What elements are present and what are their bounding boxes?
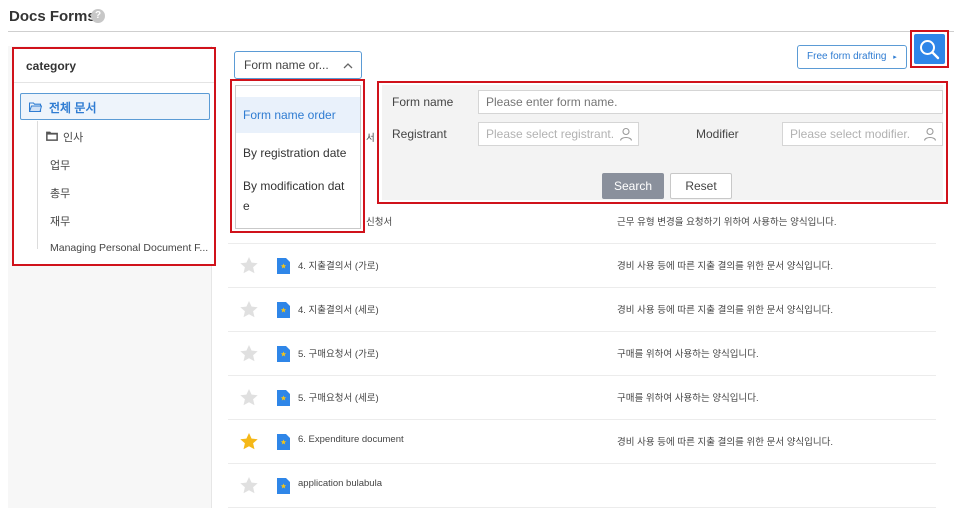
table-row[interactable]: application bulabula [228, 464, 936, 508]
table-row[interactable]: 4. 지출결의서 (세로) 경비 사용 등에 따른 지출 결의를 위한 문서 양… [228, 288, 936, 332]
form-name: 서 [366, 133, 375, 144]
form-document-icon [277, 478, 290, 494]
free-form-drafting-button[interactable]: Free form drafting ▸ [797, 45, 907, 69]
modifier-input[interactable]: Please select modifier. [782, 122, 943, 146]
tree-item-all-documents[interactable]: 전체 문서 [20, 93, 210, 120]
form-name[interactable]: application bulabula [298, 478, 382, 489]
form-name-input[interactable] [478, 90, 943, 114]
modifier-placeholder: Please select modifier. [790, 127, 911, 141]
form-description: 근무 유형 변경을 요청하기 위하여 사용하는 양식입니다. [617, 217, 837, 228]
form-document-icon [277, 258, 290, 274]
form-document-icon [277, 346, 290, 362]
registrant-placeholder: Please select registrant. [486, 127, 615, 141]
modifier-label: Modifier [696, 127, 739, 141]
star-icon[interactable] [239, 300, 259, 319]
person-icon [619, 127, 633, 141]
page-title: Docs Forms [9, 8, 96, 25]
star-icon[interactable] [239, 344, 259, 363]
search-icon [920, 40, 940, 60]
star-icon[interactable] [239, 388, 259, 407]
form-description: 경비 사용 등에 따른 지출 결의를 위한 문서 양식입니다. [617, 305, 834, 316]
sort-select[interactable]: Form name or... [234, 51, 362, 79]
sort-option-form-name[interactable]: Form name order [236, 97, 360, 133]
tree-item-finance[interactable]: 재무 [50, 213, 70, 229]
form-name[interactable]: 4. 지출결의서 (가로) [298, 258, 379, 272]
tree-item-managing-personal-documents[interactable]: Managing Personal Document F... [50, 242, 208, 254]
form-document-icon [277, 302, 290, 318]
search-toggle-button[interactable] [914, 34, 945, 64]
star-icon[interactable] [239, 432, 259, 451]
table-row[interactable]: 4. 지출결의서 (가로) 경비 사용 등에 따른 지출 결의를 위한 문서 양… [228, 244, 936, 288]
category-divider [14, 82, 214, 83]
folder-open-icon [29, 102, 42, 112]
form-description: 구매를 위하여 사용하는 양식입니다. [617, 393, 759, 404]
folder-icon [46, 131, 58, 141]
tree-item-work[interactable]: 업무 [50, 157, 70, 173]
form-description: 경비 사용 등에 따른 지출 결의를 위한 문서 양식입니다. [617, 261, 834, 272]
header-divider [8, 31, 954, 32]
form-name[interactable]: 6. Expenditure document [298, 434, 404, 445]
form-name: 신청서 [366, 217, 393, 228]
form-description: 구매를 위하여 사용하는 양식입니다. [617, 349, 759, 360]
table-row[interactable]: 5. 구매요청서 (세로) 구매를 위하여 사용하는 양식입니다. [228, 376, 936, 420]
form-document-icon [277, 434, 290, 450]
chevron-up-icon [343, 63, 353, 69]
form-name[interactable]: 5. 구매요청서 (가로) [298, 346, 379, 360]
table-row[interactable]: 6. Expenditure document 경비 사용 등에 따른 지출 결… [228, 420, 936, 464]
free-form-drafting-label: Free form drafting [807, 51, 887, 62]
registrant-input[interactable]: Please select registrant. [478, 122, 639, 146]
tree-item-general-affairs[interactable]: 총무 [50, 185, 70, 201]
tree-item-label: 인사 [63, 132, 84, 144]
form-description: 경비 사용 등에 따른 지출 결의를 위한 문서 양식입니다. [617, 437, 834, 448]
form-name[interactable]: 4. 지출결의서 (세로) [298, 302, 379, 316]
table-row[interactable]: 신청서 근무 유형 변경을 요청하기 위하여 사용하는 양식입니다. [228, 200, 936, 244]
form-name[interactable]: 5. 구매요청서 (세로) [298, 390, 379, 404]
star-icon[interactable] [239, 476, 259, 495]
sort-select-value: Form name or... [244, 58, 329, 72]
star-icon[interactable] [239, 256, 259, 275]
search-toggle-frame [910, 30, 949, 68]
page-header: Docs Forms ? [0, 0, 960, 34]
tree-guide-line [37, 121, 38, 249]
table-row[interactable]: 서 [228, 133, 936, 200]
person-icon [923, 127, 937, 141]
help-icon[interactable]: ? [91, 9, 105, 23]
tree-root-label: 전체 문서 [49, 101, 97, 115]
form-document-icon [277, 390, 290, 406]
category-panel: category 전체 문서 인사 업무 총무 재무 Managing Pers… [12, 47, 216, 266]
category-title: category [26, 59, 77, 73]
form-name-label: Form name [392, 95, 454, 109]
table-row[interactable]: 5. 구매요청서 (가로) 구매를 위하여 사용하는 양식입니다. [228, 332, 936, 376]
caret-right-icon: ▸ [893, 54, 897, 61]
registrant-label: Registrant [392, 127, 447, 141]
